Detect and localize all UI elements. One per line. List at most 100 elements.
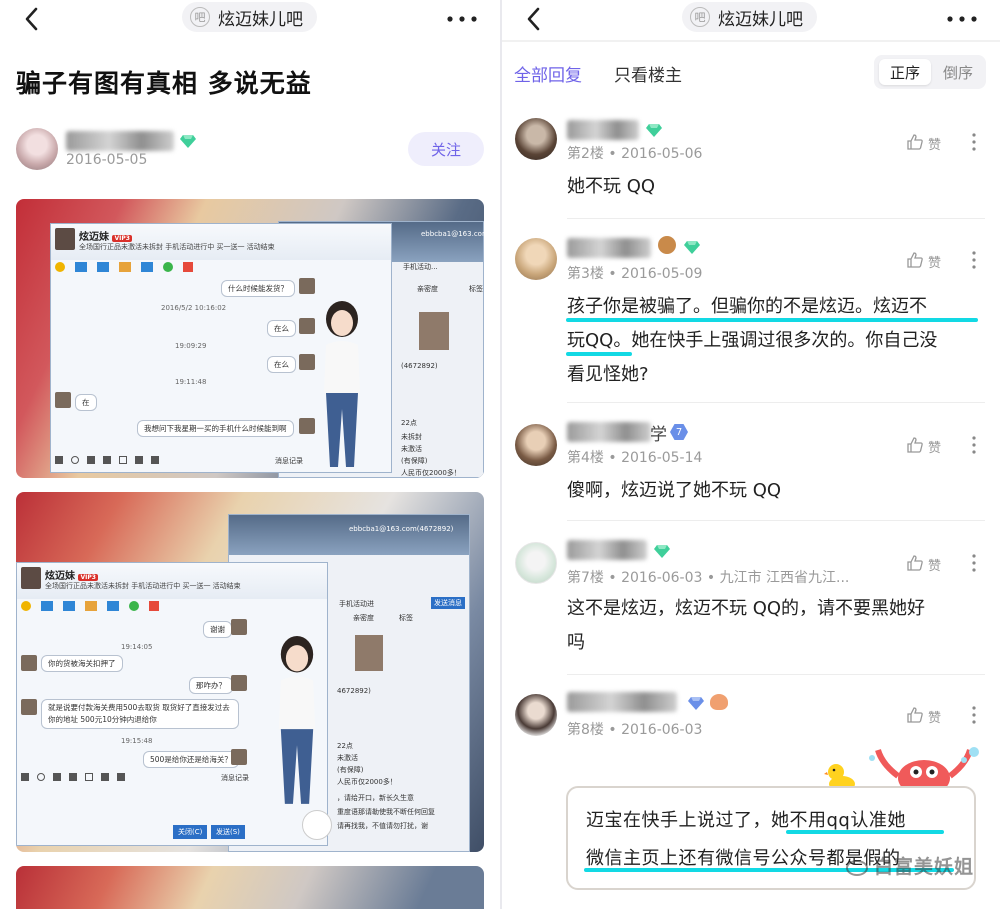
back-arrow-icon[interactable] — [20, 6, 46, 32]
sort-descending-button[interactable]: 倒序 — [934, 59, 982, 85]
forum-icon: 吧 — [690, 7, 710, 27]
post-image-3[interactable] — [16, 866, 484, 909]
chat-bubble: 500是给你还是给海关？ — [143, 751, 239, 768]
chat-bubble: 那咋办？ — [189, 677, 233, 694]
post-image-2[interactable]: ebbcba1@163.com(4672892) 手机活动进 发送消息 亲密度 … — [16, 492, 484, 852]
author-avatar[interactable] — [16, 128, 58, 170]
more-options-icon[interactable] — [972, 251, 976, 269]
like-button[interactable]: 赞 — [906, 133, 946, 153]
more-options-icon[interactable] — [972, 706, 976, 724]
contact-email: ebbcba1@163.com(4672892) — [349, 525, 454, 533]
post-image-1[interactable]: ebbcba1@163.com(467289 手机活动... 亲密度 标签 (4… — [16, 199, 484, 478]
back-arrow-icon[interactable] — [522, 6, 548, 32]
small-avatar — [302, 810, 332, 840]
level-gem-icon — [180, 135, 196, 148]
reply-avatar[interactable] — [515, 118, 557, 160]
close-button: 关闭(C) — [173, 825, 208, 839]
reply-name-blurred — [567, 120, 639, 140]
side-avatar — [419, 312, 449, 350]
screenshot: 吧 炫迈妹儿吧 骗子有图有真相 多说无益 2016-05-05 关注 ebbcb… — [0, 0, 1000, 909]
qq-toolbar — [55, 262, 305, 276]
level-gem-icon — [688, 697, 704, 710]
chat-avatar — [21, 655, 37, 671]
reply-text: 她不玩 QQ — [567, 176, 656, 197]
chat-avatar — [231, 619, 247, 635]
highlight-underline — [566, 318, 978, 322]
reply-name-blurred — [567, 422, 651, 442]
side-text: 手机活动... — [403, 263, 438, 271]
side-text: 人民币仅2000多！ — [337, 778, 397, 786]
chat-bubble: 什么时候能发货？ — [221, 280, 295, 297]
reply-avatar[interactable] — [515, 424, 557, 466]
image-background — [16, 866, 484, 909]
top-bar: 吧 炫迈妹儿吧 — [0, 0, 500, 40]
author-date: 2016-05-05 — [66, 152, 148, 168]
reply-name-blurred — [567, 540, 647, 560]
wechat-icon — [846, 859, 868, 876]
reply-name-visible-part: 学 — [650, 425, 667, 445]
like-button[interactable]: 赞 — [906, 706, 946, 726]
highlight-underline — [566, 352, 632, 356]
divider — [567, 218, 985, 219]
more-options-icon[interactable] — [972, 554, 976, 572]
forum-name: 炫迈妹儿吧 — [718, 9, 803, 30]
top-bar: 吧 炫迈妹儿吧 — [502, 0, 1000, 40]
side-text: 标签 — [469, 285, 483, 293]
contact-email: ebbcba1@163.com(467289 — [421, 230, 484, 238]
contact-status: 全场国行正品未激活未拆封 手机活动进行中 买一送一 活动结束 — [45, 582, 241, 590]
forum-name: 炫迈妹儿吧 — [218, 9, 303, 30]
divider — [567, 520, 985, 521]
contact-name: 炫迈妹 VIP3 — [45, 571, 98, 582]
tab-all-replies[interactable]: 全部回复 — [514, 61, 582, 86]
contact-avatar — [21, 567, 41, 589]
chat-time: 19:09:29 — [175, 342, 207, 350]
reply-name-blurred — [567, 692, 677, 712]
divider — [502, 40, 1000, 42]
chat-avatar — [55, 392, 71, 408]
reply-avatar[interactable] — [515, 542, 557, 584]
replies-panel: 吧 炫迈妹儿吧 全部回复 只看楼主 正序 倒序 第2楼 • 2016-05-06… — [502, 0, 1000, 909]
more-icon[interactable] — [944, 6, 980, 32]
send-message-button: 发送消息 — [431, 597, 465, 609]
chat-bubble: 你的货被海关扣押了 — [41, 655, 123, 672]
tab-only-author[interactable]: 只看楼主 — [614, 61, 682, 86]
reply-meta: 第2楼 • 2016-05-06 — [567, 146, 703, 162]
more-options-icon[interactable] — [972, 133, 976, 151]
side-text: 亲密度 — [353, 614, 374, 622]
forum-pill[interactable]: 吧 炫迈妹儿吧 — [182, 2, 317, 32]
side-text: 重度语那请勒使我不断任何回复 — [337, 808, 435, 816]
more-icon[interactable] — [444, 6, 480, 32]
chat-bubble: 就是说要付款海关费用500去取货 取货好了直接发过去你的地址 500元10分钟内… — [41, 699, 239, 729]
reply-avatar[interactable] — [515, 238, 557, 280]
reply-avatar[interactable] — [515, 694, 557, 736]
like-button[interactable]: 赞 — [906, 436, 946, 456]
level-badge: 7 — [670, 424, 688, 440]
thumbs-up-icon — [907, 134, 923, 150]
forum-pill[interactable]: 吧 炫迈妹儿吧 — [682, 2, 817, 32]
like-button[interactable]: 赞 — [906, 251, 946, 271]
side-text: 22点 — [401, 419, 417, 427]
more-options-icon[interactable] — [972, 436, 976, 454]
post-title: 骗子有图有真相 多说无益 — [16, 69, 312, 98]
reply-meta: 第4楼 • 2016-05-14 — [567, 450, 703, 466]
chat-bubble: 在 — [75, 394, 97, 411]
level-gem-icon — [646, 124, 662, 137]
watermark: 白富美妖姐 — [846, 852, 974, 879]
like-button[interactable]: 赞 — [906, 554, 946, 574]
thumbs-up-icon — [907, 437, 923, 453]
level-gem-icon — [684, 241, 700, 254]
reply-meta: 第8楼 • 2016-06-03 — [567, 722, 703, 738]
thumbs-up-icon — [907, 555, 923, 571]
thumbs-up-icon — [907, 707, 923, 723]
divider — [567, 674, 985, 675]
side-text: (有保障) — [337, 766, 364, 774]
sort-ascending-button[interactable]: 正序 — [879, 59, 931, 85]
chat-time: 19:14:05 — [121, 643, 153, 651]
chat-avatar — [231, 675, 247, 691]
qq-toolbar — [21, 601, 271, 615]
follow-button[interactable]: 关注 — [408, 132, 484, 166]
reply-meta: 第3楼 • 2016-05-09 — [567, 266, 703, 282]
forum-icon: 吧 — [190, 7, 210, 27]
input-toolbar — [21, 773, 201, 783]
chat-bubble: 在么 — [267, 320, 296, 337]
